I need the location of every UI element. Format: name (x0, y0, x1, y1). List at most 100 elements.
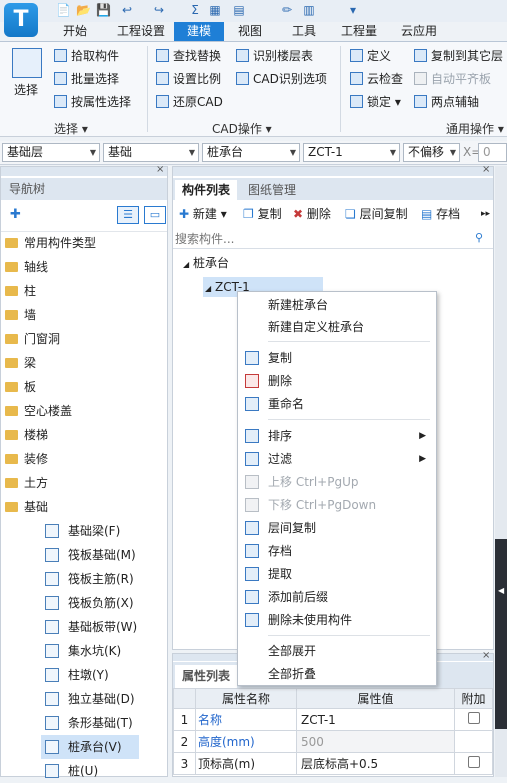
extra-checkbox[interactable] (454, 752, 493, 775)
select-group-label[interactable]: 选择 ▾ (54, 120, 88, 137)
table-row[interactable]: 3 顶标高(m) 层底标高+0.5 (173, 752, 493, 775)
nav-item-earthwork[interactable]: 土方 (1, 471, 48, 495)
nav-item-hollow-floor[interactable]: 空心楼盖 (1, 399, 72, 423)
menu-floor-copy[interactable]: 层间复制 (238, 517, 436, 539)
menu-move-up[interactable]: 上移 Ctrl+PgUp (238, 471, 436, 493)
menu-sort[interactable]: 排序 ▶ (238, 425, 436, 447)
tab-properties[interactable]: 属性列表 (175, 665, 237, 688)
sub-item-pile-cap[interactable]: 桩承台(V) (41, 735, 139, 759)
sub-item-sump-pit[interactable]: 集水坑(K) (45, 639, 121, 663)
tab-project-settings[interactable]: 工程设置 (110, 22, 172, 41)
list-view-icon[interactable]: ☰ (117, 206, 139, 224)
table-row[interactable]: 1 名称 ZCT-1 (173, 708, 493, 731)
sub-item-raft-main-rebar[interactable]: 筏板主筋(R) (45, 567, 134, 591)
tab-cloud[interactable]: 云应用 (394, 22, 444, 41)
menu-delete[interactable]: 删除 (238, 370, 436, 392)
property-value[interactable]: 层底标高+0.5 (296, 752, 455, 775)
menu-add-prefix-suffix[interactable]: 添加前后缀 (238, 586, 436, 608)
tab-start[interactable]: 开始 (50, 22, 100, 41)
undo-icon[interactable]: ↩ (120, 3, 134, 17)
offset-select[interactable]: 不偏移 ▼ (403, 143, 460, 162)
new-button[interactable]: ✚ 新建 ▾ (179, 203, 227, 225)
sub-item-raft-negative-rebar[interactable]: 筏板负筋(X) (45, 591, 134, 615)
sum-icon[interactable]: Σ (188, 3, 202, 17)
open-file-icon[interactable]: 📂 (76, 3, 91, 17)
lock-button[interactable]: 锁定 ▾ (350, 94, 401, 110)
nav-item-column[interactable]: 柱 (1, 279, 36, 303)
grid-icon[interactable]: ▦ (208, 3, 222, 17)
nav-item-slab[interactable]: 板 (1, 375, 36, 399)
new-file-icon[interactable]: 📄 (56, 3, 71, 17)
more-icon[interactable]: ▸▸ (481, 203, 490, 225)
type-select[interactable]: 桩承台 ▼ (202, 143, 300, 162)
tree-root[interactable]: ◢ 桩承台 (183, 254, 229, 271)
menu-new-pile-cap[interactable]: 新建桩承台 (238, 294, 436, 316)
menu-expand-all[interactable]: 全部展开 (238, 640, 436, 662)
tab-drawing-management[interactable]: 图纸管理 (241, 180, 303, 200)
sub-item-foundation-strip[interactable]: 基础板带(W) (45, 615, 137, 639)
cad-group-label[interactable]: CAD操作 ▾ (212, 120, 272, 137)
restore-cad-button[interactable]: 还原CAD (156, 94, 223, 110)
search-icon[interactable]: ⚲ (475, 231, 483, 244)
cloud-check-button[interactable]: 云检查 (350, 71, 403, 87)
redo-icon[interactable]: ↪ (152, 3, 166, 17)
nav-item-door-window[interactable]: 门窗洞 (1, 327, 60, 351)
menu-new-custom-pile-cap[interactable]: 新建自定义桩承台 (238, 316, 436, 338)
nav-item-stairs[interactable]: 楼梯 (1, 423, 48, 447)
tab-quantity[interactable]: 工程量 (334, 22, 384, 41)
pick-component-button[interactable]: 拾取构件 (54, 48, 119, 64)
nav-item-foundation[interactable]: 基础 (1, 495, 48, 519)
menu-delete-unused[interactable]: 删除未使用构件 (238, 609, 436, 631)
collapse-left-icon[interactable]: ◀ (498, 586, 504, 595)
close-icon[interactable]: × (482, 650, 490, 661)
nav-item-decoration[interactable]: 装修 (1, 447, 48, 471)
table-row[interactable]: 2 高度(mm) 500 (173, 730, 493, 753)
tab-tools[interactable]: 工具 (284, 22, 324, 41)
tab-view[interactable]: 视图 (230, 22, 270, 41)
nav-item-beam[interactable]: 梁 (1, 351, 36, 375)
customize-dropdown-icon[interactable]: ▾ (346, 3, 360, 17)
sub-item-raft-foundation[interactable]: 筏板基础(M) (45, 543, 136, 567)
copy-to-other-floor-button[interactable]: 复制到其它层 (414, 48, 503, 64)
floor-select[interactable]: 基础层 ▼ (2, 143, 100, 162)
batch-select-button[interactable]: 批量选择 (54, 71, 119, 87)
menu-collapse-all[interactable]: 全部折叠 (238, 663, 436, 685)
nav-item-wall[interactable]: 墙 (1, 303, 36, 327)
menu-filter[interactable]: 过滤 ▶ (238, 448, 436, 470)
table-icon[interactable]: ▥ (302, 3, 316, 17)
cad-options-button[interactable]: CAD识别选项 (236, 71, 327, 87)
select-cursor-icon[interactable] (12, 48, 42, 78)
component-select[interactable]: ZCT-1 ▼ (303, 143, 400, 162)
menu-move-down[interactable]: 下移 Ctrl+PgDown (238, 494, 436, 516)
add-icon[interactable]: ✚ (10, 207, 21, 222)
category-select[interactable]: 基础 ▼ (103, 143, 199, 162)
tab-component-list[interactable]: 构件列表 (175, 180, 237, 200)
two-point-aux-axis-button[interactable]: 两点辅轴 (414, 94, 479, 110)
auto-flat-slab-button[interactable]: 自动平齐板 (414, 71, 491, 87)
define-button[interactable]: 定义 (350, 48, 391, 64)
nav-item-common-types[interactable]: 常用构件类型 (1, 231, 96, 255)
sub-item-isolated-foundation[interactable]: 独立基础(D) (45, 687, 135, 711)
menu-rename[interactable]: 重命名 (238, 393, 436, 415)
select-button[interactable]: 选择 (14, 82, 38, 98)
sub-item-column-pier[interactable]: 柱墩(Y) (45, 663, 109, 687)
find-replace-button[interactable]: 查找替换 (156, 48, 221, 64)
recognize-floor-table-button[interactable]: 识别楼层表 (236, 48, 313, 64)
sub-item-foundation-beam[interactable]: 基础梁(F) (45, 519, 120, 543)
archive-button[interactable]: ▤ 存档 (421, 203, 460, 225)
tile-view-icon[interactable]: ▭ (144, 206, 166, 224)
copy-button[interactable]: ❐ 复制 (243, 203, 282, 225)
side-scroll-tab[interactable] (495, 539, 507, 729)
set-scale-button[interactable]: 设置比例 (156, 71, 221, 87)
sub-item-strip-foundation[interactable]: 条形基础(T) (45, 711, 133, 735)
delete-button[interactable]: ✖ 删除 (293, 203, 331, 225)
extra-checkbox[interactable] (454, 708, 493, 731)
property-value[interactable]: ZCT-1 (296, 708, 455, 731)
sub-item-pile[interactable]: 桩(U) (45, 759, 98, 783)
floor-copy-button[interactable]: ❏ 层间复制 (345, 203, 408, 225)
general-group-label[interactable]: 通用操作 ▾ (446, 120, 504, 137)
menu-extract[interactable]: 提取 (238, 563, 436, 585)
close-icon[interactable]: × (156, 164, 164, 175)
menu-copy[interactable]: 复制 (238, 347, 436, 369)
tab-modeling[interactable]: 建模 (174, 22, 224, 41)
